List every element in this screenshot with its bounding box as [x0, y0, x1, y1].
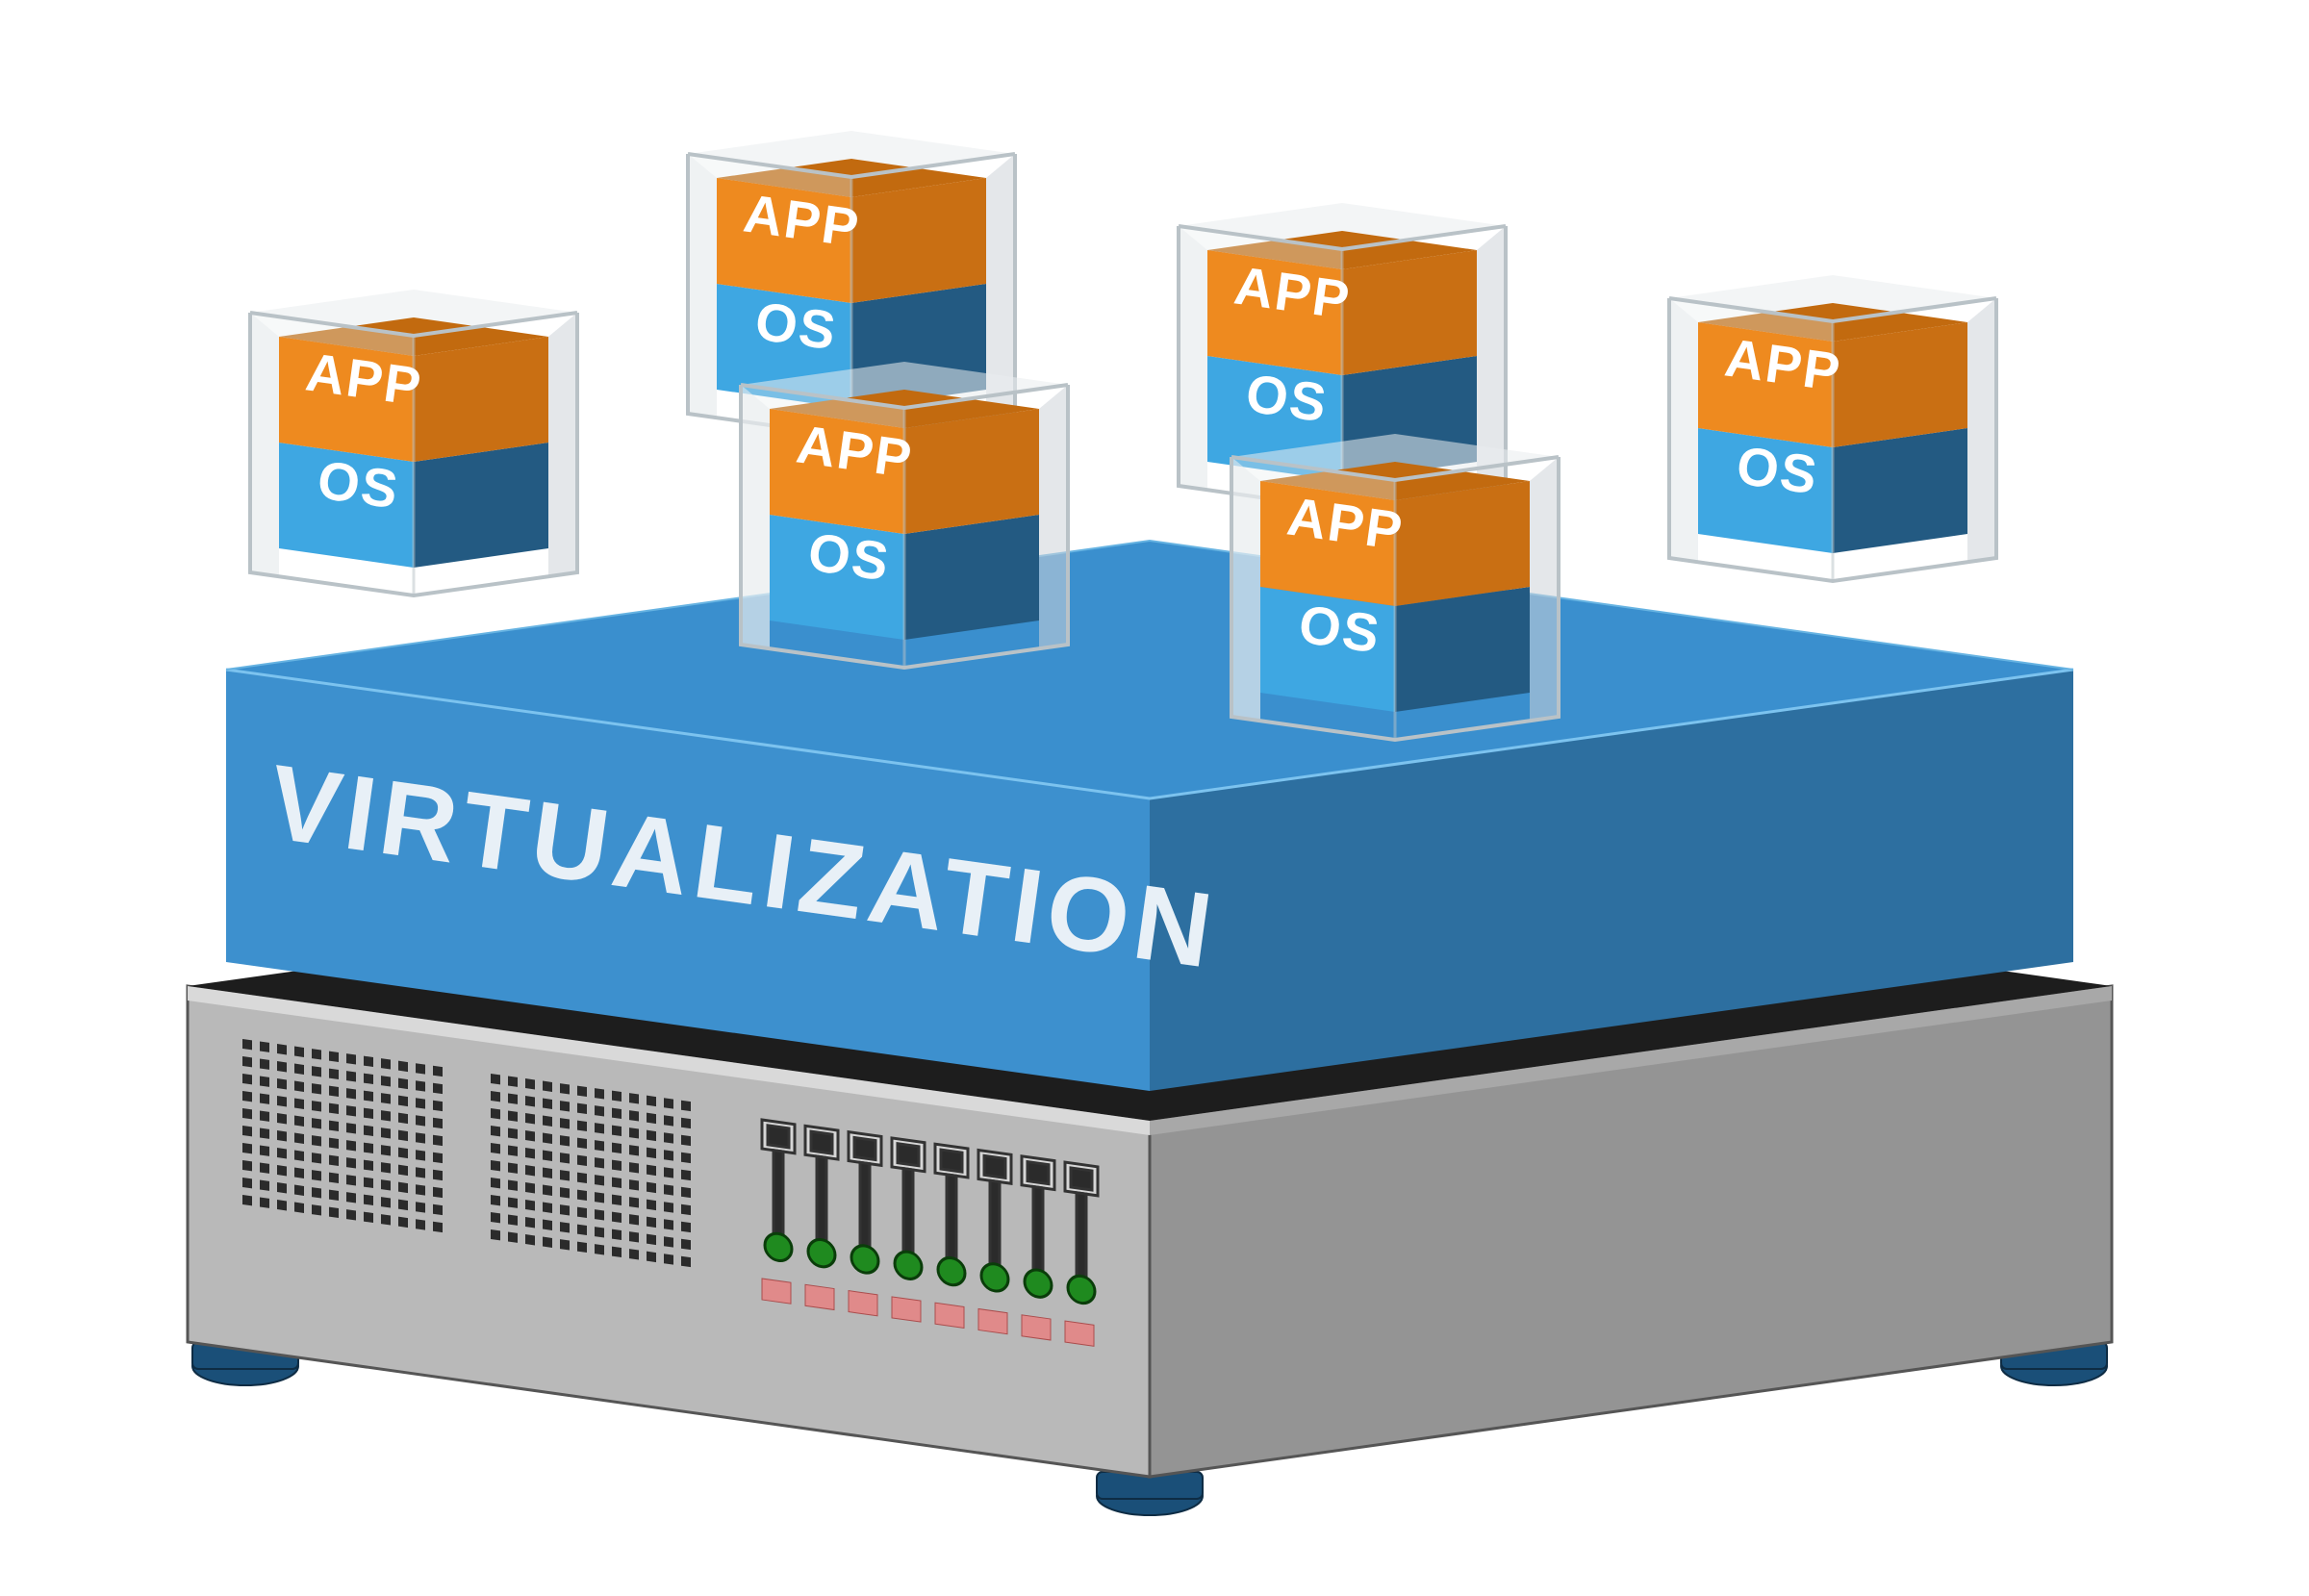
vm-box-front-3: APP OS	[1231, 434, 1559, 741]
vm-os-label: OS	[1242, 362, 1332, 433]
vm-os-label: OS	[314, 448, 403, 519]
vm-box-front-2: APP OS	[741, 362, 1068, 669]
vm-os-label: OS	[1295, 593, 1384, 664]
vm-os-label: OS	[1733, 434, 1822, 505]
virtualization-diagram: {}	[0, 0, 2309, 1596]
vm-os-label: OS	[804, 520, 894, 592]
vm-box-back-3: APP OS	[1669, 275, 1996, 582]
vm-box-front-1: APP OS	[250, 290, 577, 596]
vm-os-label: OS	[751, 290, 841, 361]
